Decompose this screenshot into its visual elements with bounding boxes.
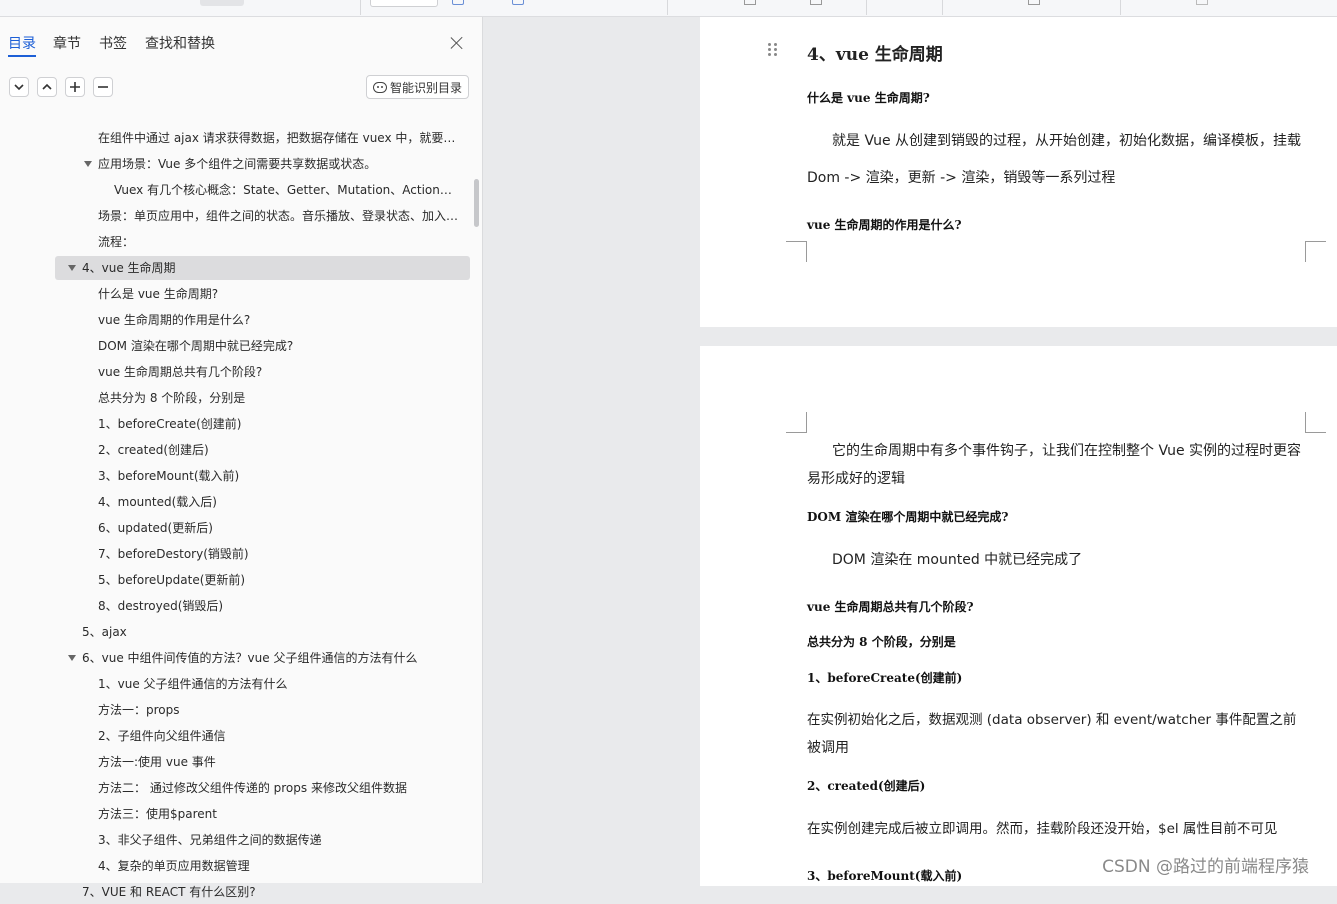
page-corner-mark — [1305, 241, 1326, 262]
page-corner-mark — [786, 412, 807, 433]
tab-toc[interactable]: 目录 — [8, 33, 36, 57]
navigation-pane: 目录 章节 书签 查找和替换 智能识别目录 在组件中通过 ajax 请求获得数据… — [0, 17, 483, 899]
toc-item-label: 3、非父子组件、兄弟组件之间的数据传递 — [98, 833, 322, 847]
toc-item-label: DOM 渲染在哪个周期中就已经完成? — [98, 339, 294, 353]
doc-paragraph[interactable]: 在实例创建完成后被立即调用。然而，挂载阶段还没开始，$el 属性目前不可见 — [807, 815, 1307, 843]
chevron-up-icon — [42, 83, 52, 90]
toc-item-label: 方法一：props — [98, 703, 180, 717]
chevron-down-icon — [14, 84, 24, 91]
doc-subheading[interactable]: 1、beforeCreate(创建前) — [807, 669, 962, 686]
toc-item-label: 应用场景：Vue 多个组件之间需要共享数据或状态。 — [98, 157, 377, 171]
doc-paragraph[interactable]: 易形成好的逻辑 — [807, 465, 1307, 493]
doc-subheading[interactable]: 2、created(创建后) — [807, 777, 925, 794]
doc-question[interactable]: 总共分为 8 个阶段，分别是 — [807, 633, 956, 650]
toolbar-blue-icon[interactable] — [512, 0, 524, 5]
smart-toc-label: 智能识别目录 — [390, 80, 463, 95]
toc-item-label: 什么是 vue 生命周期? — [98, 287, 219, 301]
robot-icon — [373, 81, 387, 93]
doc-paragraph[interactable]: 就是 Vue 从创建到销毁的过程，从开始创建，初始化数据，编译模板，挂载 — [807, 127, 1307, 155]
smart-toc-button[interactable]: 智能识别目录 — [366, 75, 469, 99]
doc-heading[interactable]: 4、vue 生命周期 — [807, 40, 943, 65]
doc-question[interactable]: 什么是 vue 生命周期? — [807, 89, 930, 106]
doc-paragraph[interactable]: Dom -> 渲染，更新 -> 渲染，销毁等一系列过程 — [807, 164, 1307, 192]
toc-item-label: 6、vue 中组件间传值的方法？vue 父子组件通信的方法有什么 — [82, 651, 418, 665]
tab-chapters[interactable]: 章节 — [53, 33, 81, 53]
doc-paragraph[interactable]: 在实例初始化之后，数据观测 (data observer) 和 event/wa… — [807, 706, 1307, 734]
toc-item-label: 1、vue 父子组件通信的方法有什么 — [98, 677, 288, 691]
toc-item-label: 方法二： 通过修改父组件传递的 props 来修改父组件数据 — [98, 781, 407, 795]
toc-item-label: vue 生命周期的作用是什么? — [98, 313, 251, 327]
toc-item-label: 2、子组件向父组件通信 — [98, 729, 226, 743]
toc-item-label: 2、created(创建后) — [98, 443, 209, 457]
toc-scrollbar[interactable] — [474, 179, 479, 227]
toc-item-label: 4、mounted(载入后) — [98, 495, 217, 509]
document-page-2 — [700, 346, 1337, 886]
caret-down-icon[interactable] — [68, 655, 76, 661]
doc-question[interactable]: vue 生命周期的作用是什么? — [807, 216, 962, 233]
toolbar-blue-icon[interactable] — [452, 0, 464, 5]
doc-paragraph[interactable]: 被调用 — [807, 734, 1307, 762]
toc-item-label: vue 生命周期总共有几个阶段? — [98, 365, 263, 379]
toolbar-icon[interactable] — [1028, 0, 1040, 5]
toc-item-label: 方法一:使用 vue 事件 — [98, 755, 216, 769]
watermark: CSDN @路过的前端程序猿 — [1102, 857, 1309, 877]
toc-item-label: 8、destroyed(销毁后) — [98, 599, 224, 613]
toc-item-label: 5、beforeUpdate(更新前) — [98, 573, 246, 587]
close-icon[interactable] — [449, 35, 465, 51]
caret-down-icon[interactable] — [68, 265, 76, 271]
toc-item-label: Vuex 有几个核心概念：State、Getter、Mutation、Actio… — [114, 183, 462, 197]
toolbar-divider — [1120, 0, 1121, 15]
page-corner-mark — [1305, 412, 1326, 433]
top-toolbar — [0, 0, 1337, 17]
toc-item-label: 场景：单页应用中，组件之间的状态。音乐播放、登录状态、加入购物车 — [98, 209, 462, 223]
caret-down-icon[interactable] — [84, 161, 92, 167]
doc-paragraph[interactable]: DOM 渲染在 mounted 中就已经完成了 — [807, 546, 1307, 574]
toolbar-divider — [866, 0, 867, 15]
toolbar-dropdown[interactable] — [200, 0, 244, 6]
minus-icon — [98, 86, 108, 88]
toc-item-label: 7、VUE 和 REACT 有什么区别? — [82, 885, 256, 899]
doc-paragraph[interactable]: 它的生命周期中有多个事件钩子，让我们在控制整个 Vue 实例的过程时更容 — [807, 437, 1307, 465]
toc-item-label: 6、updated(更新后) — [98, 521, 213, 535]
toc-item-label: 4、vue 生命周期 — [82, 261, 176, 275]
toolbar-icon[interactable] — [810, 0, 822, 5]
toolbar-divider — [667, 0, 668, 15]
toolbar-divider — [360, 0, 361, 15]
drag-handle-icon[interactable] — [768, 43, 778, 57]
toolbar-divider — [942, 0, 943, 15]
doc-question[interactable]: DOM 渲染在哪个周期中就已经完成? — [807, 508, 1008, 525]
doc-subheading[interactable]: 3、beforeMount(载入前) — [807, 867, 962, 884]
toolbar-icon[interactable] — [1196, 0, 1208, 5]
toc-item-label: 3、beforeMount(载入前) — [98, 469, 240, 483]
expand-up-button[interactable] — [37, 77, 57, 97]
toc-item-label: 方法三：使用$parent — [98, 807, 217, 821]
toc-item-label: 1、beforeCreate(创建前) — [98, 417, 242, 431]
toc-item-label: 4、复杂的单页应用数据管理 — [98, 859, 250, 873]
page-corner-mark — [786, 241, 807, 262]
toc-item-label: 7、beforeDestory(销毁前) — [98, 547, 249, 561]
toc-item-label: 5、ajax — [82, 625, 127, 639]
tab-find-replace[interactable]: 查找和替换 — [145, 33, 215, 53]
toolbar-icon[interactable] — [744, 0, 756, 5]
collapse-button[interactable] — [9, 77, 29, 97]
doc-question[interactable]: vue 生命周期总共有几个阶段? — [807, 598, 974, 615]
toc-item-label: 总共分为 8 个阶段，分别是 — [98, 391, 246, 405]
toc-item-label: 流程： — [98, 235, 135, 249]
toc-item-label: 在组件中通过 ajax 请求获得数据，把数据存储在 vuex 中，就要先存储在 … — [98, 131, 462, 145]
plus-icon — [70, 82, 80, 92]
toolbar-style-box[interactable] — [370, 0, 438, 7]
tab-bookmarks[interactable]: 书签 — [99, 33, 127, 53]
add-heading-button[interactable] — [65, 77, 85, 97]
remove-heading-button[interactable] — [93, 77, 113, 97]
